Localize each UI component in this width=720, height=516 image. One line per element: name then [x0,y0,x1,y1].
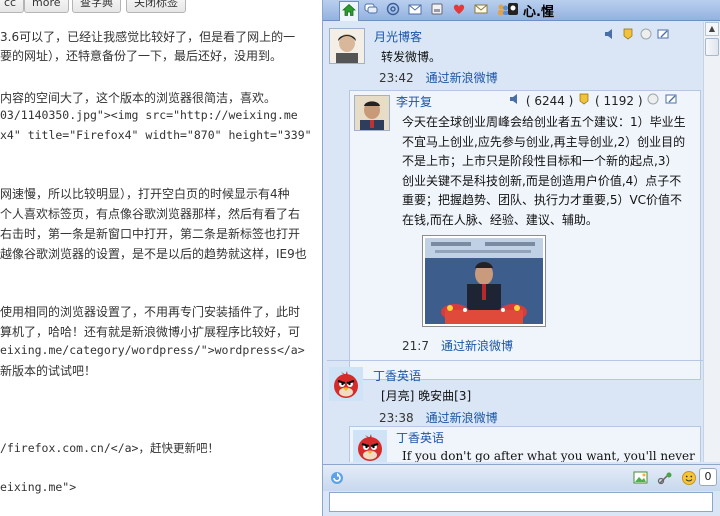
refresh-icon[interactable] [329,470,345,489]
smiley-icon[interactable] [681,470,697,489]
cc-button[interactable]: cc [0,0,25,13]
repost-actions: ( 6244 ) ( 1192 ) [508,92,678,108]
post-time: 23:38 [379,411,414,425]
speaker-icon[interactable] [603,27,617,44]
speaker-icon[interactable] [508,92,522,109]
repost-image[interactable] [422,235,546,327]
editor-text-line: 要的网址），还特意备份了一下，最后还好，没用到。 [0,49,283,63]
blog-editor-background: cc more 查字典 关闭标签 3.6可以了，已经让我感觉比较好了，但是看了网… [0,0,322,516]
repost-time: 21:7 [402,339,429,353]
scroll-up-arrow[interactable]: ▲ [705,22,719,36]
scroll-thumb[interactable] [705,38,719,56]
timeline-feed: 月光博客 转发微博。 23:42 通过新浪微博 李开复 ( 6244 ) (1… [327,22,705,462]
post-divider [327,360,705,361]
repost-username[interactable]: 李开复 [396,93,432,110]
editor-code-line: /firefox.com.cn/</a>，赶快更新吧！ [0,441,219,455]
short-url-icon[interactable] [657,470,673,489]
editor-text-line: 右击时，第一条是新窗口中打开，第二条是新标签也打开 [0,227,301,241]
compose-input[interactable] [329,492,713,512]
favorites-icon[interactable] [450,1,468,18]
repost-text: If you don't go after what you want, you… [402,449,695,462]
comments-icon[interactable] [362,1,380,18]
angry-bird-avatar[interactable] [353,430,387,462]
editor-text-line: 算机了，哈哈！还有就是新浪微博小扩展程序比较好，可 [0,325,301,339]
at-icon[interactable] [384,1,402,18]
post-actions [603,27,670,43]
repost-icon[interactable] [621,27,635,44]
repost-icon[interactable] [577,92,591,109]
timeline-post: 月光博客 转发微博。 23:42 通过新浪微博 李开复 ( 6244 ) (1… [327,22,705,382]
close-tags-button[interactable]: 关闭标签 [126,0,186,13]
mail-icon[interactable] [406,1,424,18]
avatar[interactable] [329,28,365,64]
post-source-link[interactable]: 通过新浪微博 [426,411,498,425]
char-count: 0 [699,468,717,486]
post-meta: 23:38 通过新浪微博 [379,409,498,426]
panel-user-title: 心.惺 [523,5,554,20]
lookup-button[interactable]: 查字典 [72,0,121,13]
feed-scrollbar[interactable]: ▲ [703,22,720,462]
editor-text-line: 网速慢，所以比较明显），打开空白页的时候显示有4种 [0,187,290,201]
post-time: 23:42 [379,71,414,85]
editor-text-line: 新版本的试试吧！ [0,364,97,378]
post-source-link[interactable]: 通过新浪微博 [426,71,498,85]
angry-bird-avatar[interactable] [329,367,363,401]
home-icon[interactable] [339,1,359,21]
editor-code-line: eixing.me/category/wordpress/">wordpress… [0,343,305,357]
repost-count: ( 6244 ) [525,93,574,108]
reposted-weibo: 丁香英语 If you don't go after what you want… [349,426,701,462]
image-icon[interactable] [633,470,649,489]
editor-code-line: eixing.me"> [0,480,77,494]
edit-icon[interactable] [664,92,678,109]
avatar[interactable] [354,95,390,131]
editor-text-line: 个人喜欢标签页，有点像谷歌浏览器那样，然后有看了右 [0,207,301,221]
post-text: 转发微博。 [381,50,442,64]
profile-icon[interactable] [505,1,521,18]
post-meta: 23:42 通过新浪微博 [379,69,498,86]
edit-icon[interactable] [656,27,670,44]
repost-text: 今天在全球创业周峰会给创业者五个建议：1）毕业生不宜马上创业,应先参与创业,再主… [402,115,686,227]
repost-username[interactable]: 丁香英语 [396,429,444,446]
messages-icon[interactable] [472,1,490,18]
more-button[interactable]: more [24,0,69,13]
compose-toolbar: 0 [323,464,720,491]
comment-icon[interactable] [646,92,660,109]
editor-text-line: 内容的空间大了，这个版本的浏览器很简洁，喜欢。 [0,91,277,105]
inbox-icon[interactable] [428,1,446,18]
editor-text-line: 3.6可以了，已经让我感觉比较好了，但是看了网上的一 [0,30,296,44]
editor-code-line: x4" title="Firefox4" width="870" height=… [0,128,312,142]
weibo-panel: 心.惺 月光博客 转发微博。 23:42 通过新浪微博 李开复 (6244)… [322,0,720,516]
post-username[interactable]: 丁香英语 [373,367,421,384]
panel-tab-bar: 心.惺 [323,0,720,21]
editor-text-line: 越像谷歌浏览器的设置，是不是以后的趋势就这样，IE9也 [0,247,307,261]
post-text: [月亮] 晚安曲[3] [381,389,472,403]
editor-text-line: 使用相同的浏览器设置了，不用再专门安装插件了，此时 [0,305,301,319]
comment-count: ( 1192 ) [595,93,643,108]
comment-icon[interactable] [639,27,653,44]
post-username[interactable]: 月光博客 [374,28,422,45]
reposted-weibo: 李开复 ( 6244 ) ( 1192 ) 今天在全球创业周峰会给创业者五个建议… [349,90,701,380]
repost-source-link[interactable]: 通过新浪微博 [441,339,513,353]
editor-code-line: 03/1140350.jpg"><img src="http://weixing… [0,108,298,122]
repost-meta: 21:7 通过新浪微博 [402,337,513,354]
